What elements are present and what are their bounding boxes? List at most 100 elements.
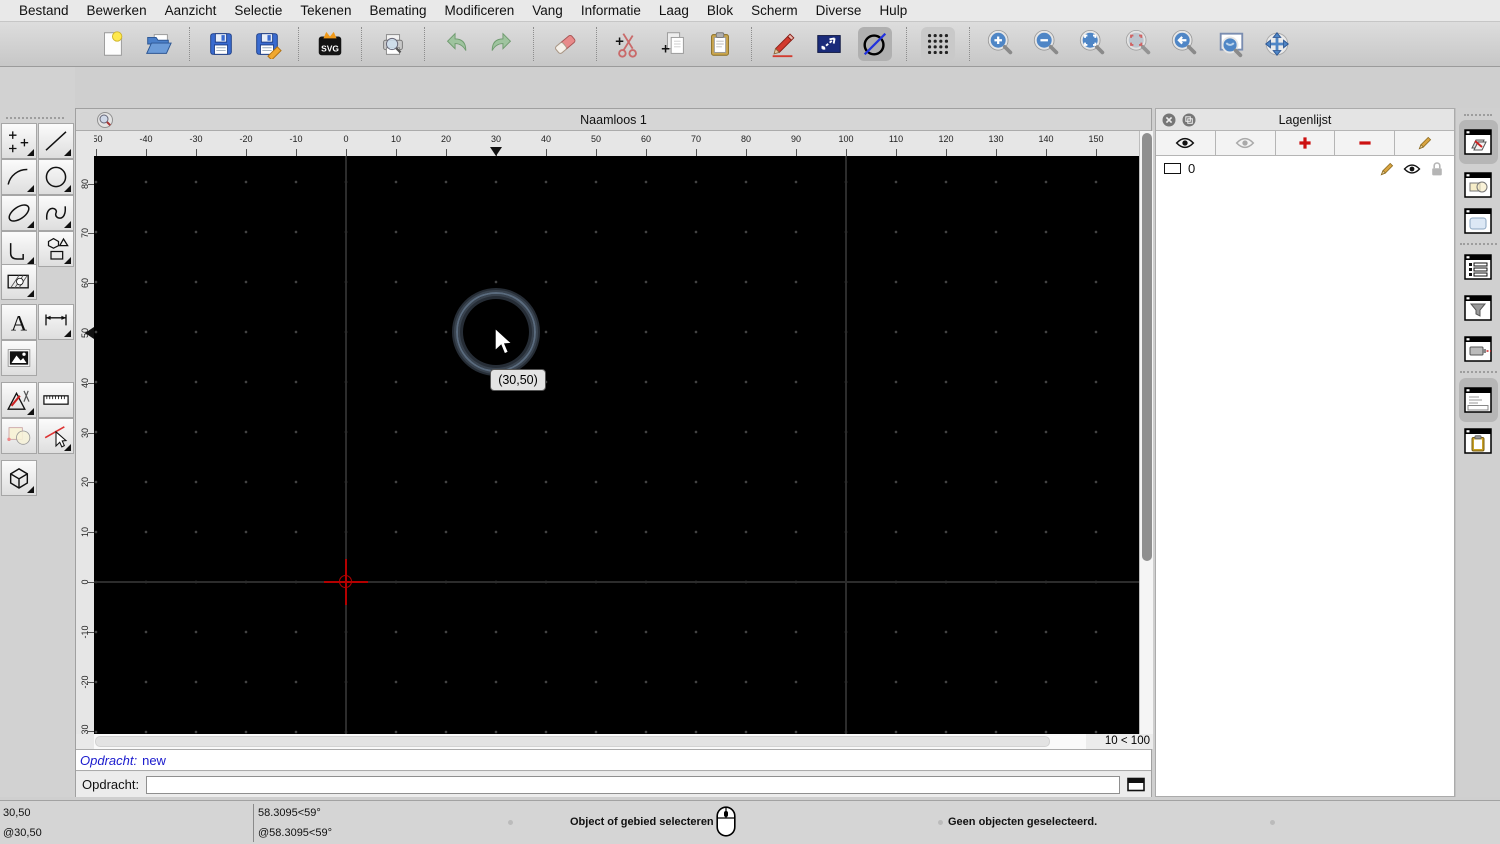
menu-item-tekenen[interactable]: Tekenen [291, 3, 360, 18]
hatch-tool[interactable] [1, 264, 37, 300]
close-icon[interactable] [1162, 113, 1176, 127]
menu-bar: Bestand Bewerken Aanzicht Selectie Tekenen Be… [0, 0, 1500, 22]
h-ruler-tick [596, 149, 597, 156]
solid-3d-tool[interactable] [1, 460, 37, 496]
zoom-auto-icon [1078, 29, 1108, 59]
menu-item-scherm[interactable]: Scherm [742, 3, 807, 18]
palette-drag-handle[interactable] [6, 117, 64, 119]
line-tool[interactable] [38, 123, 74, 159]
cam-panel-button[interactable] [1463, 334, 1493, 364]
ellipse-tool[interactable] [1, 195, 37, 231]
hide-all-layers-button[interactable] [1215, 131, 1276, 155]
zoom-frame-button[interactable] [812, 27, 846, 61]
zoom-auto-button[interactable] [1076, 27, 1110, 61]
remove-layer-button[interactable] [1335, 131, 1396, 155]
circle-tool[interactable] [38, 159, 74, 195]
h-ruler-label: 110 [888, 134, 904, 144]
h-ruler-tick [346, 149, 347, 156]
save-button[interactable] [204, 27, 238, 61]
horizontal-scrollbar-thumb[interactable] [95, 736, 1050, 747]
h-ruler-label: 50 [590, 134, 602, 144]
menu-item-vang[interactable]: Vang [523, 3, 572, 18]
clipboard-panel-button[interactable] [1463, 426, 1493, 456]
zoom-previous-button[interactable] [1168, 27, 1202, 61]
menu-item-laag[interactable]: Laag [650, 3, 698, 18]
h-ruler: -50 -40 -30 -20 -10 0 10 20 30 40 50 60 70 80 90 100 110… [94, 131, 1139, 156]
undo-button[interactable] [439, 27, 473, 61]
new-file-button[interactable] [95, 27, 129, 61]
command-line-panel-icon [1463, 385, 1493, 415]
zoom-out-button[interactable] [1030, 27, 1064, 61]
trim-shapes-tool[interactable] [1, 418, 37, 454]
layer-lock-icon[interactable] [1428, 161, 1446, 177]
text-tool[interactable]: A [1, 304, 37, 340]
add-layer-button[interactable] [1275, 131, 1336, 155]
image-tool[interactable] [1, 340, 37, 376]
print-preview-button[interactable] [376, 27, 410, 61]
selection-filter-panel-button[interactable] [1463, 293, 1493, 323]
copy-with-reference-button[interactable] [657, 27, 691, 61]
delete-button[interactable] [548, 27, 582, 61]
circle-tool-button[interactable] [858, 27, 892, 61]
svg-text:A: A [11, 310, 28, 335]
save-as-icon [252, 29, 282, 59]
vertical-scrollbar-thumb[interactable] [1141, 133, 1152, 561]
dimension-icon [41, 307, 71, 337]
circle-tool-icon [860, 29, 890, 59]
main-toolbar: SVG [0, 22, 1500, 67]
menu-item-bemating[interactable]: Bemating [360, 3, 435, 18]
block-list-panel-button[interactable] [1463, 170, 1493, 200]
document-title-bar[interactable]: Naamloos 1 [76, 109, 1151, 131]
menu-item-bewerken[interactable]: Bewerken [78, 3, 156, 18]
zoom-selection-button[interactable] [1122, 27, 1156, 61]
menu-item-diverse[interactable]: Diverse [807, 3, 871, 18]
layer-visibility-icon[interactable] [1403, 161, 1421, 177]
drawing-canvas[interactable]: (30,50) [94, 156, 1139, 734]
select-entity-tool[interactable] [38, 418, 74, 454]
modify-tools-tool[interactable] [1, 382, 37, 418]
command-panel-toggle-icon[interactable] [1127, 777, 1145, 792]
cut-with-reference-button[interactable] [611, 27, 645, 61]
menu-item-informatie[interactable]: Informatie [572, 3, 650, 18]
command-input[interactable] [146, 775, 1120, 794]
layer-row[interactable]: 0 [1156, 156, 1454, 181]
menu-item-hulp[interactable]: Hulp [870, 3, 916, 18]
show-all-layers-button[interactable] [1156, 131, 1216, 155]
points-tool[interactable] [1, 123, 37, 159]
spline-tool[interactable] [38, 195, 74, 231]
pan-button[interactable] [1260, 27, 1294, 61]
dimension-tool[interactable] [38, 304, 74, 340]
polyline-tool[interactable] [1, 231, 37, 267]
menu-item-selectie[interactable]: Selectie [225, 3, 291, 18]
arc-tool[interactable] [1, 159, 37, 195]
menu-item-aanzicht[interactable]: Aanzicht [156, 3, 226, 18]
measure-ruler-tool[interactable] [38, 382, 74, 418]
library-browser-panel-button[interactable] [1463, 206, 1493, 236]
h-ruler-position-marker [490, 147, 502, 156]
zoom-in-button[interactable] [984, 27, 1018, 61]
redo-button[interactable] [485, 27, 519, 61]
paste-button[interactable] [703, 27, 737, 61]
save-as-button[interactable] [250, 27, 284, 61]
command-line-panel-button[interactable] [1463, 385, 1493, 415]
grid-toggle-button[interactable] [921, 27, 955, 61]
dock-drag-handle[interactable] [1464, 114, 1492, 116]
status-led [938, 820, 943, 825]
edit-layer-icon[interactable] [1378, 161, 1396, 177]
property-editor-panel-button[interactable] [1463, 252, 1493, 282]
detach-icon[interactable] [1182, 113, 1196, 127]
vertical-scrollbar[interactable] [1139, 131, 1153, 734]
menu-item-modificeren[interactable]: Modificeren [436, 3, 524, 18]
edit-layer-button[interactable] [1395, 131, 1454, 155]
open-file-button[interactable] [141, 27, 175, 61]
menu-item-blok[interactable]: Blok [698, 3, 742, 18]
menu-item-bestand[interactable]: Bestand [10, 3, 78, 18]
horizontal-scrollbar[interactable] [94, 734, 1086, 749]
h-ruler-label: -20 [239, 134, 253, 144]
svg-export-button[interactable]: SVG [313, 27, 347, 61]
toolbar-separator [424, 27, 425, 61]
polygon-shapes-tool[interactable] [38, 231, 74, 267]
draw-pen-button[interactable] [766, 27, 800, 61]
zoom-window-button[interactable] [1214, 27, 1248, 61]
layer-list-panel-button[interactable] [1463, 127, 1493, 157]
